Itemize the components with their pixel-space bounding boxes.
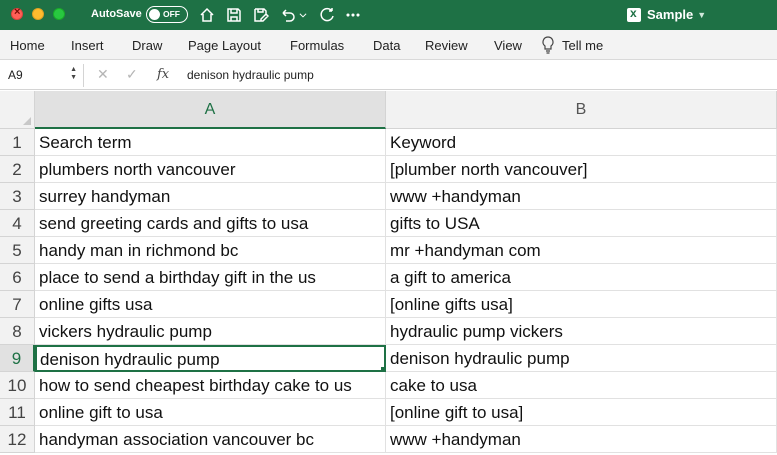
cell-a[interactable]: plumbers north vancouver <box>35 156 386 183</box>
cell-b[interactable]: www +handyman <box>386 183 777 210</box>
cell-a[interactable]: surrey handyman <box>35 183 386 210</box>
tab-page-layout[interactable]: Page Layout <box>188 38 261 53</box>
cell-b[interactable]: Keyword <box>386 129 777 156</box>
redo-icon[interactable] <box>317 5 337 25</box>
row-header[interactable]: 5 <box>0 237 35 264</box>
close-window-button[interactable] <box>11 6 23 20</box>
row-header[interactable]: 9 <box>0 345 35 372</box>
tab-draw[interactable]: Draw <box>132 38 162 53</box>
row-header[interactable]: 11 <box>0 399 35 426</box>
tab-review[interactable]: Review <box>425 38 468 53</box>
cell-b[interactable]: a gift to america <box>386 264 777 291</box>
row-header[interactable]: 3 <box>0 183 35 210</box>
row-header[interactable]: 6 <box>0 264 35 291</box>
ribbon-tabs: Home Insert Draw Page Layout Formulas Da… <box>0 30 777 60</box>
cell-a[interactable]: Search term <box>35 129 386 156</box>
row-header[interactable]: 7 <box>0 291 35 318</box>
cell-a[interactable]: how to send cheapest birthday cake to us <box>35 372 386 399</box>
name-box[interactable]: A9 ▲ ▼ <box>0 64 84 87</box>
column-header-b[interactable]: B <box>386 91 777 129</box>
document-title-text: Sample <box>647 7 694 22</box>
tell-me-search[interactable]: Tell me <box>562 38 603 53</box>
cell-b[interactable]: [online gifts usa] <box>386 291 777 318</box>
cell-a[interactable]: vickers hydraulic pump <box>35 318 386 345</box>
cell-b[interactable]: cake to usa <box>386 372 777 399</box>
home-icon[interactable] <box>197 5 217 25</box>
formula-input[interactable]: denison hydraulic pump <box>187 68 314 82</box>
name-box-stepper-icon[interactable]: ▲ ▼ <box>70 66 77 82</box>
cell-a[interactable]: online gift to usa <box>35 399 386 426</box>
toggle-knob <box>149 9 160 20</box>
cell-a[interactable]: send greeting cards and gifts to usa <box>35 210 386 237</box>
confirm-formula-icon[interactable]: ✓ <box>126 66 138 83</box>
cell-a[interactable]: handy man in richmond bc <box>35 237 386 264</box>
formula-bar: A9 ▲ ▼ ✕ ✓ fx denison hydraulic pump <box>0 61 777 90</box>
insert-function-button[interactable]: fx <box>157 67 169 82</box>
row-header[interactable]: 8 <box>0 318 35 345</box>
cell-a[interactable]: handyman association vancouver bc <box>35 426 386 453</box>
cell-b[interactable]: www +handyman <box>386 426 777 453</box>
cell-b[interactable]: [plumber north vancouver] <box>386 156 777 183</box>
row-header[interactable]: 2 <box>0 156 35 183</box>
cancel-formula-icon[interactable]: ✕ <box>97 66 109 83</box>
column-header-a[interactable]: A <box>35 91 386 129</box>
minimize-window-button[interactable] <box>32 8 44 20</box>
lightbulb-icon[interactable] <box>541 36 555 54</box>
spreadsheet-grid: A B 1 Search term Keyword 2 plumbers north v… <box>0 91 777 455</box>
row-header[interactable]: 4 <box>0 210 35 237</box>
cell-b[interactable]: [online gift to usa] <box>386 399 777 426</box>
more-icon[interactable] <box>343 5 363 25</box>
maximize-window-button[interactable] <box>53 8 65 20</box>
excel-file-icon <box>627 6 641 22</box>
title-bar: AutoSave OFF Sample ▼ <box>0 0 777 30</box>
undo-dropdown-icon[interactable] <box>297 5 309 25</box>
document-title[interactable]: Sample ▼ <box>627 6 707 22</box>
autosave-state: OFF <box>163 9 180 19</box>
tab-home[interactable]: Home <box>10 38 45 53</box>
cell-a[interactable]: place to send a birthday gift in the us <box>35 264 386 291</box>
cell-b[interactable]: denison hydraulic pump <box>386 345 777 372</box>
undo-icon[interactable] <box>278 5 298 25</box>
row-header[interactable]: 1 <box>0 129 35 156</box>
row-header[interactable]: 12 <box>0 426 35 453</box>
cell-b[interactable]: hydraulic pump vickers <box>386 318 777 345</box>
select-all-button[interactable] <box>0 91 35 129</box>
save-as-icon[interactable] <box>251 5 271 25</box>
autosave-toggle[interactable]: OFF <box>146 6 188 23</box>
cell-a[interactable]: denison hydraulic pump <box>35 345 386 372</box>
cell-b[interactable]: gifts to USA <box>386 210 777 237</box>
tab-formulas[interactable]: Formulas <box>290 38 344 53</box>
cell-a[interactable]: online gifts usa <box>35 291 386 318</box>
row-header[interactable]: 10 <box>0 372 35 399</box>
tab-view[interactable]: View <box>494 38 522 53</box>
cell-b[interactable]: mr +handyman com <box>386 237 777 264</box>
tab-insert[interactable]: Insert <box>71 38 104 53</box>
save-icon[interactable] <box>224 5 244 25</box>
name-box-value: A9 <box>8 68 23 82</box>
chevron-down-icon: ▼ <box>697 9 707 20</box>
autosave-label: AutoSave <box>91 8 142 20</box>
tab-data[interactable]: Data <box>373 38 400 53</box>
